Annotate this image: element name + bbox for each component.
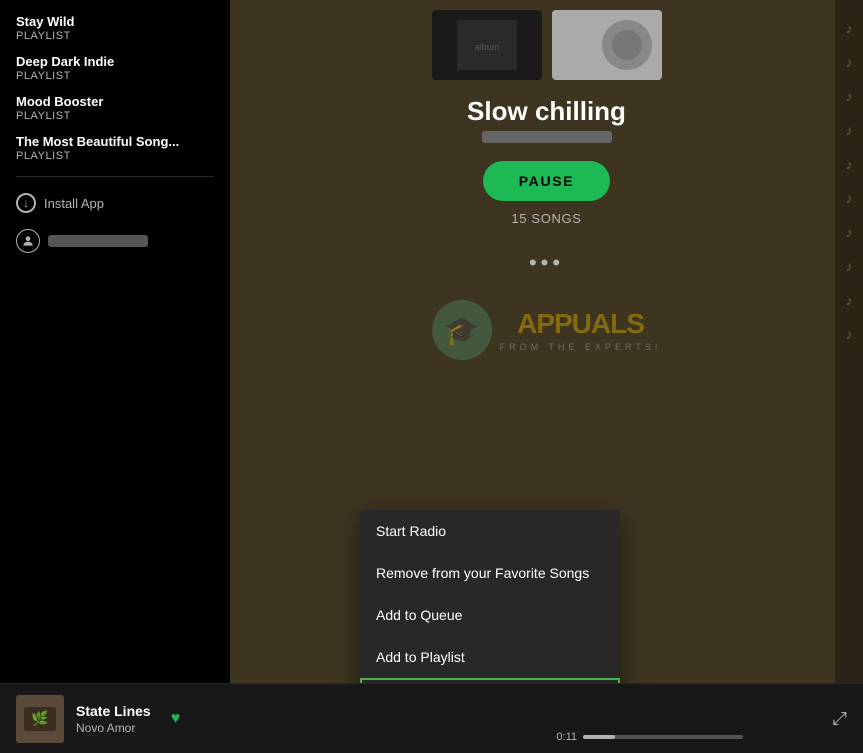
svg-text:🌿: 🌿 (31, 710, 48, 727)
watermark: 🎓 APPUALS FROM THE EXPERTS! (432, 300, 662, 360)
heart-icon[interactable]: ♥ (171, 710, 181, 728)
progress-area: 0:11 (556, 731, 743, 743)
pause-button[interactable]: PAUSE (483, 161, 611, 201)
now-playing-info: State Lines Novo Amor (76, 703, 151, 735)
context-menu-add-to-playlist[interactable]: Add to Playlist (360, 636, 620, 678)
watermark-icon: 🎓 (432, 300, 492, 360)
progress-bar-background[interactable] (583, 735, 743, 739)
expand-icon[interactable]: ⤢ (833, 708, 847, 729)
right-notes-column: ♪ ♪ ♪ ♪ ♪ ♪ ♪ ♪ ♪ ♪ (835, 0, 863, 683)
top-area: album (230, 0, 863, 80)
music-note-8: ♪ (846, 258, 853, 274)
user-avatar-icon (16, 229, 40, 253)
album-art-1: album (432, 10, 542, 80)
now-playing-thumbnail: 🌿 (16, 695, 64, 743)
more-options-button[interactable]: ••• (529, 250, 564, 276)
music-note-9: ♪ (846, 292, 853, 308)
sidebar-item-most-beautiful[interactable]: The Most Beautiful Song... PLAYLIST (0, 128, 230, 168)
main-content: album Slow chilling PAUSE 15 SONGS ••• (230, 0, 863, 683)
sidebar-item-mood-booster[interactable]: Mood Booster PLAYLIST (0, 88, 230, 128)
progress-time: 0:11 (556, 731, 577, 743)
music-note-4: ♪ (846, 122, 853, 138)
songs-count: 15 SONGS (511, 211, 581, 226)
user-name-blur (48, 235, 148, 247)
watermark-subtitle: FROM THE EXPERTS! (500, 342, 662, 352)
app-container: Stay Wild PLAYLIST Deep Dark Indie PLAYL… (0, 0, 863, 753)
install-icon: ↓ (16, 193, 36, 213)
author-name-blur (482, 131, 612, 143)
main-row: Stay Wild PLAYLIST Deep Dark Indie PLAYL… (0, 0, 863, 683)
context-menu-start-radio[interactable]: Start Radio (360, 510, 620, 552)
music-note-1: ♪ (846, 20, 853, 36)
music-note-5: ♪ (846, 156, 853, 172)
user-row[interactable] (0, 221, 230, 261)
install-app-label: Install App (44, 196, 104, 211)
context-menu-add-to-queue[interactable]: Add to Queue (360, 594, 620, 636)
sidebar-divider (16, 176, 214, 177)
context-menu: Start Radio Remove from your Favorite So… (360, 510, 620, 683)
context-menu-remove-favorite[interactable]: Remove from your Favorite Songs (360, 552, 620, 594)
svg-text:album: album (474, 42, 499, 52)
album-art-2 (552, 10, 662, 80)
music-note-6: ♪ (846, 190, 853, 206)
now-playing-song-name: State Lines (76, 703, 151, 719)
install-app-button[interactable]: ↓ Install App (0, 185, 230, 221)
music-note-10: ♪ (846, 326, 853, 342)
music-note-3: ♪ (846, 88, 853, 104)
watermark-title: APPUALS (500, 308, 662, 340)
music-note-7: ♪ (846, 224, 853, 240)
music-note-2: ♪ (846, 54, 853, 70)
sidebar-item-stay-wild[interactable]: Stay Wild PLAYLIST (0, 8, 230, 48)
playlist-title: Slow chilling (467, 96, 626, 127)
now-playing-artist-name: Novo Amor (76, 721, 151, 735)
sidebar-item-deep-dark-indie[interactable]: Deep Dark Indie PLAYLIST (0, 48, 230, 88)
watermark-logo: 🎓 APPUALS FROM THE EXPERTS! (432, 300, 662, 360)
playlist-author (482, 131, 612, 143)
progress-bar-fill (583, 735, 615, 739)
context-menu-copy-song-link[interactable]: Copy Song Link (360, 678, 620, 683)
sidebar: Stay Wild PLAYLIST Deep Dark Indie PLAYL… (0, 0, 230, 683)
now-playing-bar: 🌿 State Lines Novo Amor ♥ 0:11 ⤢ (0, 683, 863, 753)
